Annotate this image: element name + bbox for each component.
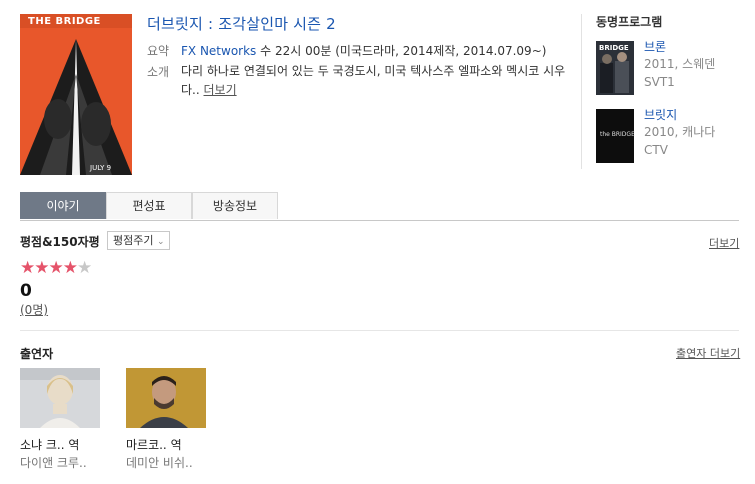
network-link[interactable]: FX Networks <box>181 44 256 58</box>
tab-schedule[interactable]: 편성표 <box>106 192 192 219</box>
description-text: 다리 하나로 연결되어 있는 두 국경도시, 미국 텍사스주 엘파소와 멕시코 … <box>181 62 566 100</box>
description-label: 소개 <box>147 65 170 79</box>
description-body: 다리 하나로 연결되어 있는 두 국경도시, 미국 텍사스주 엘파소와 멕시코 … <box>181 64 566 97</box>
poster-title-text: THE BRIDGE <box>28 16 101 27</box>
cast-name[interactable]: 다이앤 크루.. <box>20 454 87 471</box>
cast-name[interactable]: 데미안 비쉬.. <box>126 454 193 471</box>
tab-broadcast-info[interactable]: 방송정보 <box>192 192 278 219</box>
related-thumbnail[interactable]: BRIDGE <box>596 41 634 95</box>
rate-button[interactable]: 평점주기 ⌄ <box>107 231 170 250</box>
summary-label: 요약 <box>147 44 170 58</box>
program-poster[interactable]: THE BRIDGE JULY 9 <box>20 14 132 175</box>
related-thumb-text: BRIDGE <box>599 44 629 52</box>
star-empty-icon: ★ <box>76 258 92 278</box>
related-info: 2010, 캐나다 CTV <box>644 125 716 157</box>
cast-section-title: 출연자 <box>20 347 54 361</box>
description-more-link[interactable]: 더보기 <box>204 83 237 97</box>
rating-count[interactable]: (0명) <box>20 301 48 318</box>
poster-image <box>20 14 132 175</box>
page-title: 더브릿지 : 조각살인마 시즌 2 <box>147 15 336 33</box>
vertical-divider <box>581 14 582 169</box>
cast-photo[interactable] <box>20 368 100 428</box>
related-name[interactable]: 브릿지 <box>644 106 677 123</box>
star-filled-icon: ★★★★ <box>20 258 78 278</box>
chevron-down-icon: ⌄ <box>156 237 165 247</box>
rating-section-title: 평점&150자평 <box>20 235 100 249</box>
related-thumb-text: the BRIDGE <box>600 131 635 138</box>
related-info: 2011, 스웨덴 SVT1 <box>644 57 716 89</box>
tab-story[interactable]: 이야기 <box>20 192 106 219</box>
rating-stars: ★★★★★ <box>20 258 92 278</box>
cast-more-link[interactable]: 출연자 더보기 <box>676 345 740 361</box>
summary-detail: 수 22시 00분 (미국드라마, 2014제작, 2014.07.09~) <box>260 44 547 58</box>
poster-date-text: JULY 9 <box>90 164 112 172</box>
summary-text: FX Networks 수 22시 00분 (미국드라마, 2014제작, 20… <box>181 42 561 59</box>
rating-more-link[interactable]: 더보기 <box>709 235 739 251</box>
related-item[interactable]: BRIDGE 브론 2011, 스웨덴 SVT1 <box>596 38 746 101</box>
cast-photo[interactable] <box>126 368 206 428</box>
cast-role[interactable]: 마르코.. 역 <box>126 436 182 453</box>
related-thumbnail[interactable]: the BRIDGE <box>596 109 635 163</box>
related-programs-title: 동명프로그램 <box>596 15 663 29</box>
rate-button-label: 평점주기 <box>113 234 154 247</box>
section-divider <box>20 330 739 331</box>
rating-score: 0 <box>20 281 32 301</box>
tab-bar: 이야기 편성표 방송정보 <box>20 192 739 221</box>
related-item[interactable]: the BRIDGE 브릿지 2010, 캐나다 CTV <box>596 106 746 169</box>
cast-role[interactable]: 소냐 크.. 역 <box>20 436 79 453</box>
related-name[interactable]: 브론 <box>644 38 666 55</box>
